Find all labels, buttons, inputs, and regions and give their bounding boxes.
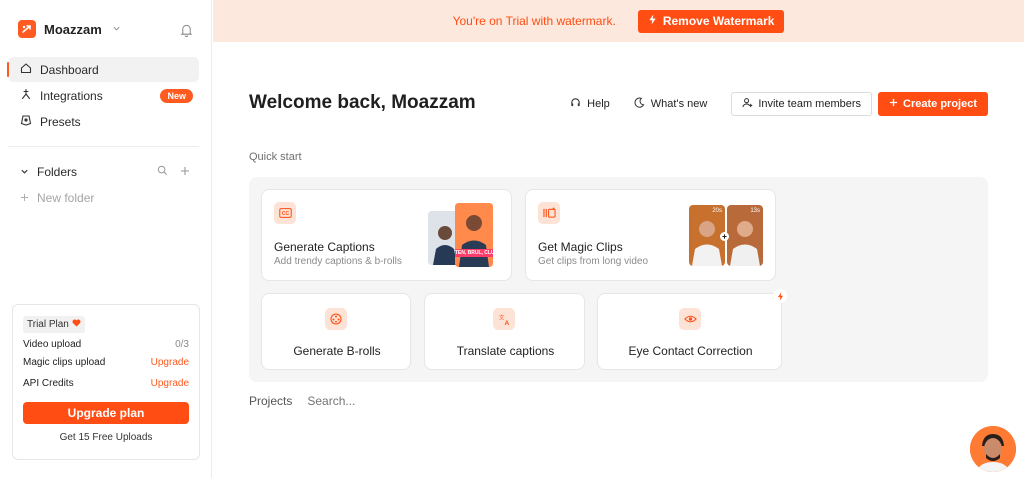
- invite-team-button[interactable]: Invite team members: [731, 92, 873, 116]
- eye-contact-card[interactable]: Eye Contact Correction: [597, 293, 782, 370]
- create-project-label: Create project: [903, 98, 977, 110]
- trial-row-magic-clips: Magic clips upload Upgrade: [23, 357, 189, 368]
- upgrade-plan-button[interactable]: Upgrade plan: [23, 402, 189, 424]
- nav-item-label: Presets: [40, 114, 81, 129]
- remove-watermark-label: Remove Watermark: [662, 14, 775, 28]
- projects-search-input[interactable]: [307, 394, 428, 408]
- generate-captions-card[interactable]: CC Generate Captions Add trendy captions…: [261, 189, 512, 281]
- plus-icon: [889, 98, 898, 110]
- projects-label: Projects: [249, 394, 293, 408]
- magic-clips-upgrade-link[interactable]: Upgrade: [151, 357, 189, 368]
- clip-duration: 20s: [712, 208, 722, 214]
- banner-text: You're on Trial with watermark.: [452, 14, 616, 28]
- home-icon: [20, 62, 32, 77]
- sidebar: Moazzam Dashboard Integrations New Prese…: [0, 0, 212, 478]
- invite-label: Invite team members: [758, 98, 862, 110]
- projects-header: Projects: [249, 394, 428, 408]
- create-project-button[interactable]: Create project: [878, 92, 988, 116]
- trial-row-api-credits: API Credits Upgrade: [23, 378, 189, 389]
- get-magic-clips-card[interactable]: Get Magic Clips Get clips from long vide…: [525, 189, 776, 281]
- free-uploads-link[interactable]: Get 15 Free Uploads: [23, 432, 189, 443]
- card-subtitle: Add trendy captions & b-rolls: [274, 256, 402, 267]
- translate-captions-card[interactable]: 文A Translate captions: [424, 293, 585, 370]
- main-nav: Dashboard Integrations New Presets: [7, 57, 199, 135]
- card-title: Generate Captions: [274, 240, 375, 254]
- trial-row-label: Magic clips upload: [23, 357, 106, 368]
- headphones-icon: [570, 97, 581, 111]
- cc-icon: CC: [274, 202, 296, 224]
- trial-plan-card: Trial Plan Video upload 0/3 Magic clips …: [12, 304, 200, 460]
- clip-thumbnail-2: 13s: [727, 205, 763, 266]
- thumbnail-front: LISTEN, BRUL, CLUTS: [455, 203, 493, 267]
- magic-clips-icon: [538, 202, 560, 224]
- support-avatar[interactable]: [970, 426, 1016, 472]
- nav-item-presets[interactable]: Presets: [8, 109, 199, 134]
- whats-new-label: What's new: [650, 98, 708, 110]
- trial-banner: You're on Trial with watermark. Remove W…: [213, 0, 1024, 42]
- help-button[interactable]: Help: [570, 97, 610, 111]
- moon-icon: [634, 97, 645, 111]
- film-reel-icon: [325, 308, 347, 330]
- trial-row-label: API Credits: [23, 378, 74, 389]
- clip-duration: 13s: [750, 208, 760, 214]
- help-label: Help: [587, 98, 610, 110]
- card-title: Get Magic Clips: [538, 240, 623, 254]
- card-subtitle: Get clips from long video: [538, 256, 649, 267]
- user-add-icon: [742, 97, 753, 111]
- workspace-name: Moazzam: [44, 21, 102, 37]
- nav-item-dashboard[interactable]: Dashboard: [7, 57, 199, 82]
- caption-preview-text: LISTEN, BRUL, CLUTS: [455, 249, 493, 257]
- trial-row-video-upload: Video upload 0/3: [23, 339, 189, 350]
- page-title: Welcome back, Moazzam: [249, 92, 476, 113]
- plus-icon: [720, 232, 729, 241]
- remove-watermark-button[interactable]: Remove Watermark: [637, 9, 785, 33]
- folders-section-header[interactable]: Folders: [20, 165, 190, 179]
- sidebar-divider: [8, 146, 199, 147]
- bolt-icon: [773, 289, 787, 303]
- presets-icon: [20, 114, 32, 129]
- header-actions: Help What's new Invite team members Crea…: [570, 92, 988, 116]
- new-folder-label: New folder: [37, 191, 95, 205]
- bolt-icon: [648, 14, 657, 28]
- new-folder-button[interactable]: New folder: [20, 191, 94, 205]
- heart-icon: [72, 319, 81, 330]
- whats-new-button[interactable]: What's new: [634, 97, 708, 111]
- new-badge: New: [160, 89, 193, 103]
- brand-logo-icon: [18, 20, 36, 38]
- chevron-down-icon[interactable]: [20, 165, 29, 179]
- api-credits-upgrade-link[interactable]: Upgrade: [151, 378, 189, 389]
- trial-row-label: Video upload: [23, 339, 82, 350]
- nav-item-integrations[interactable]: Integrations New: [8, 83, 199, 108]
- quick-start-label: Quick start: [249, 151, 302, 163]
- card-title: Translate captions: [456, 344, 555, 358]
- bell-icon[interactable]: [180, 23, 193, 40]
- generate-brolls-card[interactable]: Generate B-rolls: [261, 293, 411, 370]
- trial-plan-badge: Trial Plan: [23, 316, 85, 333]
- svg-text:A: A: [504, 320, 509, 326]
- eye-icon: [679, 308, 701, 330]
- plus-icon: [20, 191, 29, 205]
- nav-item-label: Dashboard: [40, 62, 99, 77]
- folders-label: Folders: [37, 165, 78, 179]
- video-upload-count: 0/3: [175, 339, 189, 350]
- chevron-down-icon: [112, 22, 121, 36]
- card-title: Generate B-rolls: [293, 344, 381, 358]
- nav-item-label: Integrations: [40, 88, 103, 103]
- svg-text:CC: CC: [281, 211, 289, 217]
- plus-icon[interactable]: [180, 165, 190, 179]
- integrations-icon: [20, 88, 32, 103]
- search-icon[interactable]: [157, 165, 168, 179]
- workspace-switcher[interactable]: Moazzam: [18, 20, 121, 38]
- translate-icon: 文A: [493, 308, 515, 330]
- card-title: Eye Contact Correction: [628, 344, 753, 358]
- trial-plan-label: Trial Plan: [27, 319, 69, 330]
